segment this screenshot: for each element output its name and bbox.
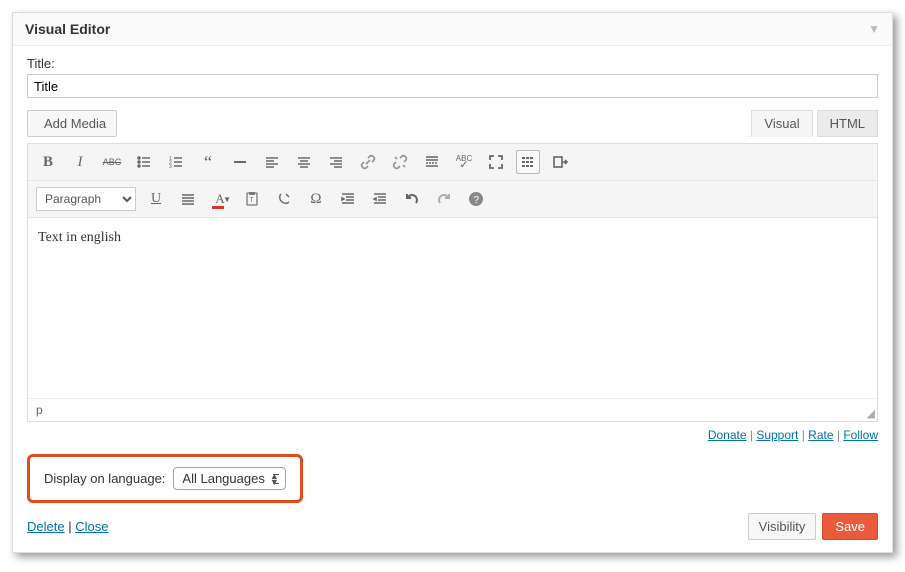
align-justify-button[interactable] xyxy=(176,187,200,211)
bold-button[interactable]: B xyxy=(36,150,60,174)
bottom-row: Delete | Close Visibility Save xyxy=(27,513,878,540)
title-input[interactable] xyxy=(27,74,878,98)
outdent-button[interactable] xyxy=(336,187,360,211)
resize-grip-icon[interactable]: ◢ xyxy=(863,407,875,419)
kitchen-sink-button[interactable] xyxy=(516,150,540,174)
undo-button[interactable] xyxy=(400,187,424,211)
svg-text:?: ? xyxy=(474,195,480,206)
visibility-button[interactable]: Visibility xyxy=(748,513,817,540)
language-select[interactable]: All Languages ▲▼ xyxy=(173,467,285,490)
editor-container: B I ABC 123 “ ABC✓ Pa xyxy=(27,143,878,422)
visual-editor-panel: Visual Editor ▼ Title: Add Media Visual … xyxy=(12,12,893,553)
spellcheck-button[interactable]: ABC✓ xyxy=(452,150,476,174)
editor-status-bar: p ◢ xyxy=(28,398,877,421)
editor-content[interactable]: Text in english xyxy=(28,218,877,398)
format-select[interactable]: Paragraph xyxy=(36,187,136,211)
italic-button[interactable]: I xyxy=(68,150,92,174)
toolbar-row-1: B I ABC 123 “ ABC✓ xyxy=(28,144,877,181)
export-icon[interactable] xyxy=(548,150,572,174)
status-path[interactable]: p xyxy=(36,403,43,417)
text-color-button[interactable]: A▼ xyxy=(208,187,232,211)
hr-button[interactable] xyxy=(228,150,252,174)
fullscreen-button[interactable] xyxy=(484,150,508,174)
align-right-button[interactable] xyxy=(324,150,348,174)
indent-button[interactable] xyxy=(368,187,392,211)
title-label: Title: xyxy=(27,56,878,71)
editor-tabs: Visual HTML xyxy=(751,110,878,137)
toolbar-row-2: Paragraph U A▼ T Ω ? xyxy=(28,181,877,218)
unlink-button[interactable] xyxy=(388,150,412,174)
donate-link[interactable]: Donate xyxy=(708,428,747,442)
align-left-button[interactable] xyxy=(260,150,284,174)
collapse-icon[interactable]: ▼ xyxy=(868,22,880,36)
link-button[interactable] xyxy=(356,150,380,174)
tab-visual[interactable]: Visual xyxy=(751,110,812,137)
strikethrough-button[interactable]: ABC xyxy=(100,150,124,174)
footer-links: Donate | Support | Rate | Follow xyxy=(27,428,878,442)
panel-header[interactable]: Visual Editor ▼ xyxy=(13,13,892,46)
language-highlight-box: Display on language: All Languages ▲▼ xyxy=(27,454,303,503)
save-button[interactable]: Save xyxy=(822,513,878,540)
panel-title: Visual Editor xyxy=(25,21,110,37)
tab-html[interactable]: HTML xyxy=(817,110,878,137)
svg-text:3: 3 xyxy=(169,164,172,170)
select-updown-icon: ▲▼ xyxy=(270,473,279,485)
help-button[interactable]: ? xyxy=(464,187,488,211)
language-label: Display on language: xyxy=(44,471,165,486)
delete-link[interactable]: Delete xyxy=(27,519,65,534)
underline-button[interactable]: U xyxy=(144,187,168,211)
support-link[interactable]: Support xyxy=(756,428,798,442)
close-link[interactable]: Close xyxy=(75,519,108,534)
svg-text:T: T xyxy=(250,197,255,204)
redo-button[interactable] xyxy=(432,187,456,211)
bullet-list-button[interactable] xyxy=(132,150,156,174)
align-center-button[interactable] xyxy=(292,150,316,174)
blockquote-button[interactable]: “ xyxy=(196,150,220,174)
insert-more-button[interactable] xyxy=(420,150,444,174)
numbered-list-button[interactable]: 123 xyxy=(164,150,188,174)
add-media-button[interactable]: Add Media xyxy=(27,110,117,137)
special-char-button[interactable]: Ω xyxy=(304,187,328,211)
rate-link[interactable]: Rate xyxy=(808,428,833,442)
add-media-label: Add Media xyxy=(44,116,106,131)
follow-link[interactable]: Follow xyxy=(843,428,878,442)
paste-text-button[interactable]: T xyxy=(240,187,264,211)
clear-format-button[interactable] xyxy=(272,187,296,211)
